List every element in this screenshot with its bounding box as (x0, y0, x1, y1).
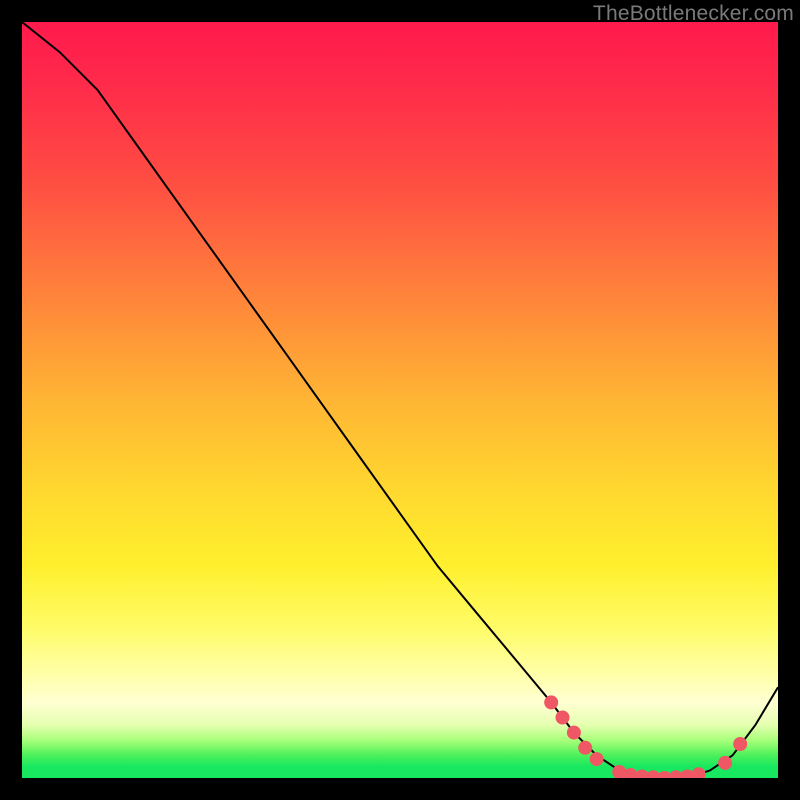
chart-overlay-svg (22, 22, 778, 778)
chart-marker (590, 752, 604, 766)
chart-marker (578, 741, 592, 755)
chart-curve (22, 22, 778, 778)
chart-marker (733, 737, 747, 751)
chart-plot-area (22, 22, 778, 778)
chart-marker (718, 756, 732, 770)
chart-marker (556, 711, 570, 725)
chart-marker (692, 767, 706, 778)
chart-frame: TheBottlenecker.com (0, 0, 800, 800)
watermark-text: TheBottlenecker.com (593, 2, 794, 26)
chart-marker (567, 726, 581, 740)
chart-marker (544, 695, 558, 709)
